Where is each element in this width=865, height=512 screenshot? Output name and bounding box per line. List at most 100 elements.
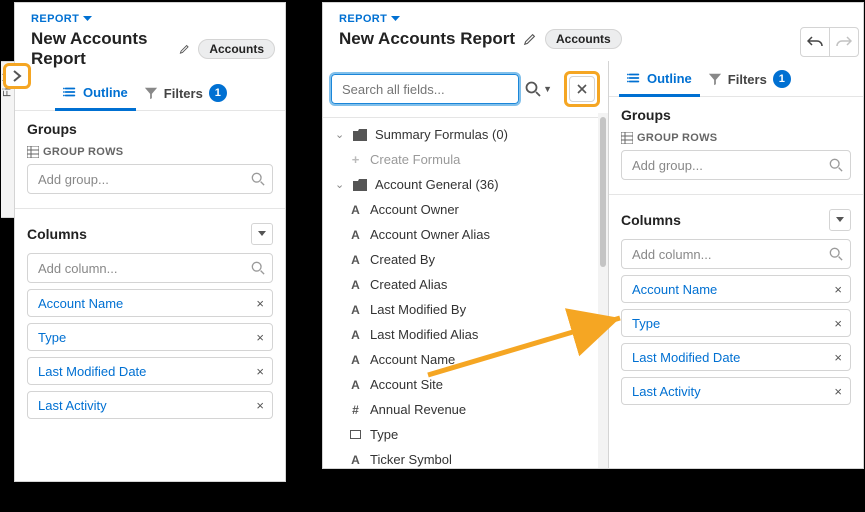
field-item[interactable]: A Account Owner <box>329 197 602 222</box>
entity-chip[interactable]: Accounts <box>198 39 275 59</box>
search-icon <box>829 158 843 172</box>
field-item[interactable]: ATicker Symbol <box>329 447 602 472</box>
redo-icon <box>836 35 852 49</box>
filter-count-badge: 1 <box>773 70 791 88</box>
tree-folder-summary[interactable]: ⌄ Summary Formulas (0) <box>329 122 602 147</box>
remove-icon[interactable]: × <box>256 398 264 413</box>
filter-icon <box>144 86 158 100</box>
field-item[interactable]: AAccount Owner Alias <box>329 222 602 247</box>
tab-filters-label: Filters <box>728 72 767 87</box>
scrollbar-thumb[interactable] <box>600 117 606 267</box>
search-icon <box>251 261 265 275</box>
field-label: Account Owner <box>370 202 459 217</box>
report-type-link[interactable]: REPORT <box>31 13 92 25</box>
tab-filters[interactable]: Filters 1 <box>136 75 235 110</box>
tab-filters[interactable]: Filters 1 <box>700 61 799 96</box>
field-label: Annual Revenue <box>370 402 466 417</box>
remove-icon[interactable]: × <box>834 384 842 399</box>
field-label: Last Modified Alias <box>370 327 478 342</box>
field-item[interactable]: ACreated By <box>329 247 602 272</box>
tree-folder-account-general[interactable]: ⌄ Account General (36) <box>329 172 602 197</box>
groups-section: Groups GROUP ROWS <box>15 111 285 204</box>
add-group-input[interactable] <box>27 164 273 194</box>
chevron-down-icon <box>836 217 844 223</box>
chevron-down-icon <box>258 231 266 237</box>
tree-label: Summary Formulas (0) <box>375 127 508 142</box>
add-group-input-wrap <box>27 164 273 194</box>
remove-icon[interactable]: × <box>256 330 264 345</box>
tab-filters-label: Filters <box>164 86 203 101</box>
remove-icon[interactable]: × <box>256 296 264 311</box>
report-label: REPORT <box>31 13 79 25</box>
field-item[interactable]: AAccount Site <box>329 372 602 397</box>
entity-chip[interactable]: Accounts <box>545 29 622 49</box>
columns-section: Columns Account Name× Type× Last Modifie… <box>609 199 863 415</box>
add-column-input-wrap <box>27 253 273 283</box>
field-item[interactable]: ACreated Alias <box>329 272 602 297</box>
column-item[interactable]: Account Name× <box>621 275 851 303</box>
list-icon <box>63 85 77 99</box>
column-item[interactable]: Last Modified Date× <box>621 343 851 371</box>
plus-icon: + <box>349 152 362 167</box>
field-item[interactable]: Type <box>329 422 602 447</box>
tabs-row: Outline Filters 1 <box>609 61 863 97</box>
columns-section: Columns Account Name× Type× Last Modifie… <box>15 213 285 429</box>
field-item[interactable]: A Last Modified Alias <box>329 322 602 347</box>
report-title: New Accounts Report <box>339 29 515 49</box>
undo-redo-group <box>801 27 859 57</box>
columns-menu-button[interactable] <box>829 209 851 231</box>
field-item[interactable]: ALast Modified By <box>329 297 602 322</box>
search-type-button[interactable]: ▼ <box>525 81 552 97</box>
remove-icon[interactable]: × <box>834 316 842 331</box>
field-item[interactable]: AAccount Name <box>329 347 602 372</box>
expand-fields-toggle[interactable] <box>3 63 31 89</box>
redo-button[interactable] <box>829 27 859 57</box>
columns-menu-button[interactable] <box>251 223 273 245</box>
tab-outline-label: Outline <box>83 85 128 100</box>
column-item[interactable]: Type× <box>621 309 851 337</box>
create-formula-item[interactable]: + Create Formula <box>329 147 602 172</box>
table-icon <box>27 146 39 158</box>
tab-outline[interactable]: Outline <box>55 75 136 111</box>
pencil-icon[interactable] <box>523 32 537 46</box>
fields-search-row: ▼ <box>323 61 608 118</box>
tab-outline[interactable]: Outline <box>619 61 700 97</box>
add-column-input[interactable] <box>27 253 273 283</box>
fields-pane: ▼ ⌄ Summary Formulas (0) + Creat <box>323 61 609 468</box>
tree-label: Create Formula <box>370 152 460 167</box>
report-label: REPORT <box>339 13 387 25</box>
pencil-icon[interactable] <box>179 42 190 56</box>
add-column-input[interactable] <box>621 239 851 269</box>
folder-icon <box>353 179 367 191</box>
column-item[interactable]: Type× <box>27 323 273 351</box>
search-fields-input[interactable] <box>331 74 519 104</box>
chevron-down-icon: ▼ <box>543 84 552 94</box>
remove-icon[interactable]: × <box>256 364 264 379</box>
left-panel-report-builder: Fields REPORT New Accounts Report Accoun… <box>14 2 286 482</box>
chevron-down-icon <box>83 16 92 22</box>
field-label: Account Site <box>370 377 443 392</box>
folder-icon <box>353 129 367 141</box>
search-icon <box>525 81 541 97</box>
field-item[interactable]: #Annual Revenue <box>329 397 602 422</box>
column-item[interactable]: Account Name× <box>27 289 273 317</box>
groups-title: Groups <box>27 121 77 137</box>
text-type-icon: A <box>349 328 362 342</box>
column-item[interactable]: Last Activity× <box>27 391 273 419</box>
close-icon <box>577 84 587 94</box>
undo-button[interactable] <box>800 27 830 57</box>
field-label: Account Owner Alias <box>370 227 490 242</box>
columns-title: Columns <box>621 212 681 228</box>
field-label: Ticker Symbol <box>370 452 452 467</box>
close-fields-pane-button[interactable] <box>569 76 595 102</box>
remove-icon[interactable]: × <box>834 282 842 297</box>
column-item[interactable]: Last Activity× <box>621 377 851 405</box>
list-icon <box>627 71 641 85</box>
add-group-input[interactable] <box>621 150 851 180</box>
right-panel-report-builder: REPORT New Accounts Report Accounts ▼ <box>322 2 864 469</box>
column-item[interactable]: Last Modified Date× <box>27 357 273 385</box>
remove-icon[interactable]: × <box>834 350 842 365</box>
text-type-icon: A <box>349 203 362 217</box>
field-label: Created Alias <box>370 277 447 292</box>
report-type-link[interactable]: REPORT <box>339 13 400 25</box>
